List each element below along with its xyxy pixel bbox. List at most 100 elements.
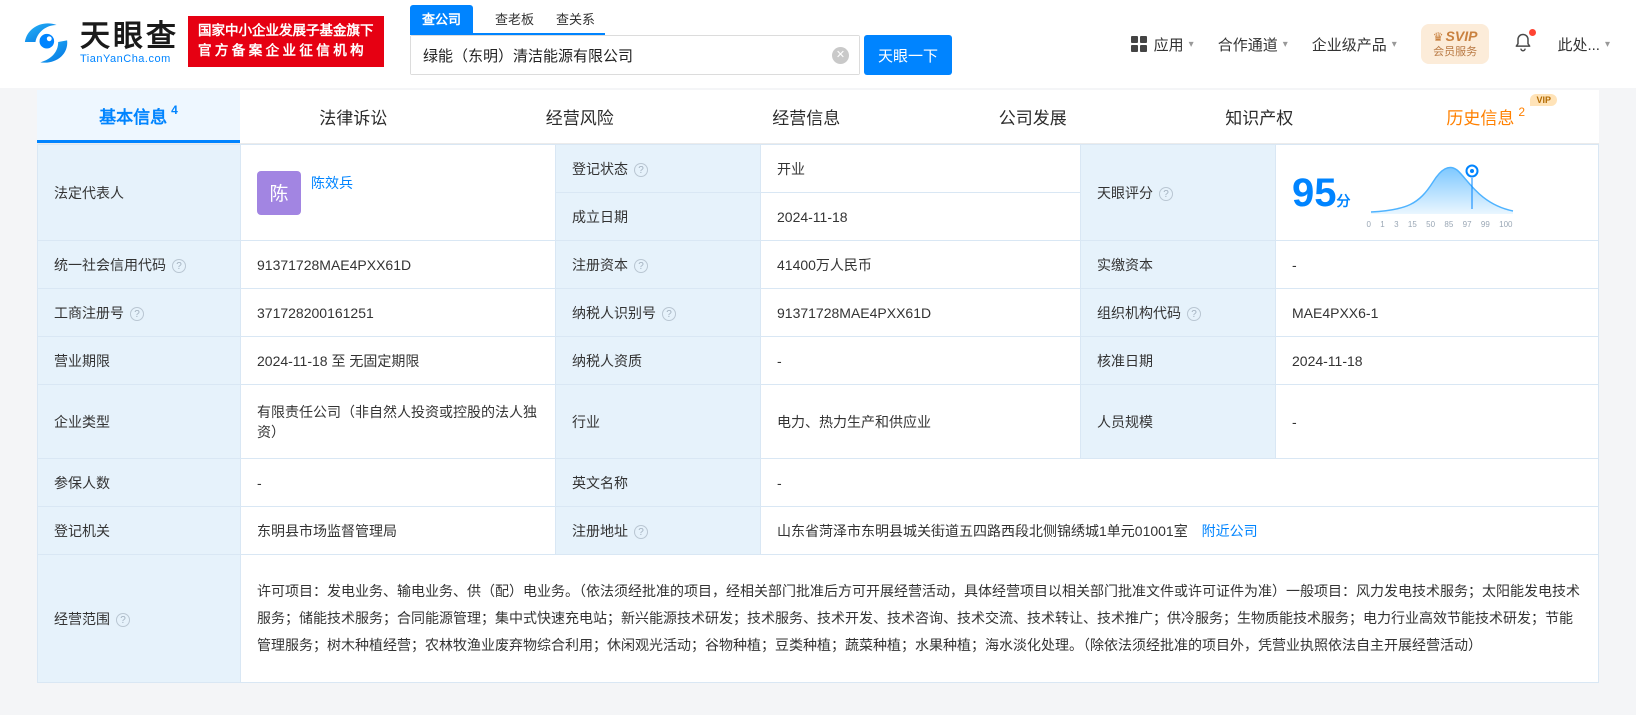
search-input[interactable] [411, 36, 859, 74]
clear-search-icon[interactable]: ✕ [832, 47, 849, 64]
tab-history-info[interactable]: VIP 历史信息 2 [1373, 90, 1600, 143]
label-reg-number: 工商注册号? [37, 288, 241, 337]
help-icon[interactable]: ? [172, 259, 186, 273]
reg-capital-value: 41400万人民币 [760, 240, 1081, 289]
label-business-term: 营业期限 [37, 336, 241, 385]
apps-grid-icon [1130, 36, 1147, 52]
search-tab-company[interactable]: 查公司 [410, 5, 474, 33]
search-button[interactable]: 天眼一下 [864, 35, 952, 75]
credit-code-value: 91371728MAE4PXX61D [240, 240, 556, 289]
help-icon[interactable]: ? [1159, 187, 1173, 201]
company-detail-page: 基本信息 4 法律诉讼 经营风险 经营信息 公司发展 知识产权 VIP 历史信息 2… [37, 90, 1599, 683]
establish-date-value: 2024-11-18 [760, 192, 1081, 241]
notification-dot [1529, 29, 1537, 36]
paid-capital-value: - [1275, 240, 1599, 289]
label-industry: 行业 [555, 384, 761, 459]
gov-badge-line2: 官方备案企业征信机构 [198, 43, 367, 59]
tab-operating-risk[interactable]: 经营风险 [467, 90, 694, 143]
label-taxpayer-qual: 纳税人资质 [555, 336, 761, 385]
label-staff-size: 人员规模 [1080, 384, 1276, 459]
svip-sublabel: 会员服务 [1433, 45, 1478, 58]
legal-rep-avatar[interactable]: 陈 [257, 170, 301, 215]
tab-company-development[interactable]: 公司发展 [920, 90, 1147, 143]
caret-down-icon: ▾ [1391, 38, 1397, 50]
help-icon[interactable]: ? [662, 307, 676, 321]
label-business-scope: 经营范围? [37, 554, 241, 683]
tianyancha-logo[interactable]: 天眼查 TianYanCha.com [20, 16, 179, 68]
label-insured-count: 参保人数 [37, 458, 241, 507]
search-tabs: 查公司 查老板 查关系 [410, 5, 606, 35]
search-tab-relation[interactable]: 查关系 [556, 9, 595, 33]
notification-bell-icon[interactable] [1513, 29, 1537, 57]
label-english-name: 英文名称 [555, 458, 761, 507]
tab-count: 4 [171, 103, 178, 117]
label-reg-address: 注册地址? [555, 506, 761, 555]
insured-count-value: - [240, 458, 556, 507]
gov-certification-badge: 国家中小企业发展子基金旗下 官方备案企业征信机构 [188, 16, 384, 67]
help-icon[interactable]: ? [634, 259, 648, 273]
help-icon[interactable]: ? [130, 307, 144, 321]
help-icon[interactable]: ? [634, 525, 648, 539]
reg-number-value: 371728200161251 [240, 288, 556, 337]
vip-tag: VIP [1530, 94, 1557, 106]
tab-legal-proceedings[interactable]: 法律诉讼 [240, 90, 467, 143]
help-icon[interactable]: ? [116, 613, 130, 627]
label-establish-date: 成立日期 [555, 192, 761, 241]
label-reg-authority: 登记机关 [37, 506, 241, 555]
score-value: 95分 [1292, 170, 1351, 215]
header-nav: 应用 ▾ 合作通道 ▾ 企业级产品 ▾ ♛ SVIP 会员服务 此处... ▾ [1130, 0, 1610, 88]
reg-authority-value: 东明县市场监督管理局 [240, 506, 556, 555]
label-taxpayer-id: 纳税人识别号? [555, 288, 761, 337]
staff-size-value: - [1275, 384, 1599, 459]
caret-down-icon: ▾ [1282, 38, 1288, 50]
legal-rep-cell: 陈 陈效兵 [240, 144, 556, 241]
label-approval-date: 核准日期 [1080, 336, 1276, 385]
label-paid-capital: 实缴资本 [1080, 240, 1276, 289]
nav-cooperation-label: 合作通道 [1217, 36, 1278, 54]
nav-enterprise-label: 企业级产品 [1311, 36, 1387, 54]
tab-intellectual-property[interactable]: 知识产权 [1146, 90, 1373, 143]
nav-cooperation[interactable]: 合作通道 ▾ [1218, 34, 1288, 55]
tab-count: 2 [1518, 104, 1526, 119]
label-reg-status: 登记状态? [555, 144, 761, 193]
nav-apps[interactable]: 应用 ▾ [1130, 34, 1194, 55]
nav-more[interactable]: 此处... ▾ [1557, 34, 1610, 55]
logo-text-en: TianYanCha.com [80, 52, 171, 65]
svip-label: SVIP [1445, 28, 1478, 45]
label-org-code: 组织机构代码? [1080, 288, 1276, 337]
search-block: 查公司 查老板 查关系 ✕ 天眼一下 [410, 5, 955, 75]
label-credit-code: 统一社会信用代码? [37, 240, 241, 289]
crown-icon: ♛ [1432, 30, 1444, 45]
business-term-value: 2024-11-18 至 无固定期限 [240, 336, 556, 385]
industry-value: 电力、热力生产和供应业 [760, 384, 1081, 459]
reg-status-value: 开业 [760, 144, 1081, 193]
score-chart: 01 3 15 50 85 97 99 100 [1367, 156, 1517, 229]
score-axis: 01 3 15 50 85 97 99 100 [1366, 220, 1513, 229]
search-tab-boss[interactable]: 查老板 [495, 9, 534, 33]
section-tabbar: 基本信息 4 法律诉讼 经营风险 经营信息 公司发展 知识产权 VIP 历史信息 2 [37, 90, 1599, 144]
score-cell: 95分 01 3 15 50 85 97 99 100 [1275, 144, 1599, 241]
caret-down-icon: ▾ [1604, 38, 1610, 50]
label-reg-capital: 注册资本? [555, 240, 761, 289]
logo-text-cn: 天眼查 [80, 19, 179, 53]
nav-more-label: 此处... [1557, 36, 1600, 54]
nearby-companies-link[interactable]: 附近公司 [1202, 523, 1258, 539]
nav-apps-label: 应用 [1153, 36, 1184, 54]
nav-enterprise-products[interactable]: 企业级产品 ▾ [1312, 34, 1397, 55]
org-code-value: MAE4PXX6-1 [1275, 288, 1599, 337]
tab-operating-info[interactable]: 经营信息 [693, 90, 920, 143]
company-type-value: 有限责任公司（非自然人投资或控股的法人独资） [240, 384, 556, 459]
label-legal-rep: 法定代表人 [37, 144, 241, 241]
approval-date-value: 2024-11-18 [1275, 336, 1599, 385]
business-scope-value: 许可项目：发电业务、输电业务、供（配）电业务。（依法须经批准的项目，经相关部门批… [240, 554, 1599, 683]
tab-basic-info[interactable]: 基本信息 4 [37, 90, 240, 143]
help-icon[interactable]: ? [634, 163, 648, 177]
english-name-value: - [760, 458, 1599, 507]
help-icon[interactable]: ? [1187, 307, 1201, 321]
svip-member-button[interactable]: ♛ SVIP 会员服务 [1420, 24, 1490, 64]
reg-address-value: 山东省菏泽市东明县城关街道五四路西段北侧锦绣城1单元01001室 [777, 522, 1188, 539]
label-company-type: 企业类型 [37, 384, 241, 459]
label-score: 天眼评分? [1080, 144, 1276, 241]
top-header: 天眼查 TianYanCha.com 国家中小企业发展子基金旗下 官方备案企业征… [0, 0, 1636, 88]
legal-rep-link[interactable]: 陈效兵 [311, 173, 353, 193]
